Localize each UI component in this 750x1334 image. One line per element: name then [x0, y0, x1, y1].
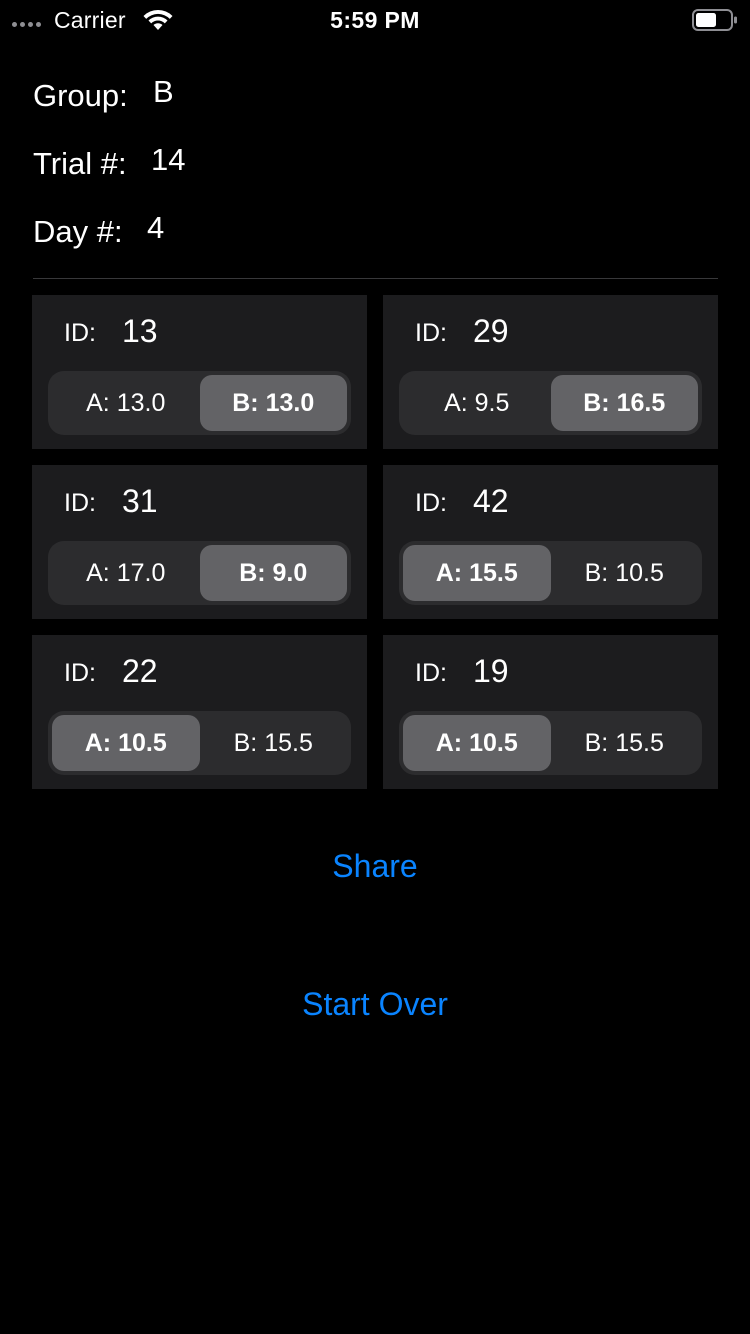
- segment-option-a[interactable]: A: 10.5: [403, 715, 551, 771]
- subject-cards: ID: 13 A: 13.0 B: 13.0 ID: 29 A: 9.5 B: …: [32, 295, 718, 789]
- id-value: 22: [122, 653, 158, 689]
- day-label: Day #:: [33, 214, 123, 249]
- segment-option-a[interactable]: A: 13.0: [52, 375, 200, 431]
- day-value: 4: [147, 210, 165, 245]
- segment-option-a[interactable]: A: 15.5: [403, 545, 551, 601]
- subject-card: ID: 19 A: 10.5 B: 15.5: [383, 635, 718, 789]
- start-over-button[interactable]: Start Over: [0, 984, 750, 1024]
- segment-option-b[interactable]: B: 10.5: [551, 545, 699, 601]
- subject-card: ID: 22 A: 10.5 B: 15.5: [32, 635, 367, 789]
- subject-card: ID: 13 A: 13.0 B: 13.0: [32, 295, 367, 449]
- segment-option-a[interactable]: A: 9.5: [403, 375, 551, 431]
- score-segmented-control[interactable]: A: 10.5 B: 15.5: [399, 711, 702, 775]
- id-label: ID:: [415, 659, 447, 687]
- trial-value: 14: [151, 142, 186, 177]
- segment-option-b[interactable]: B: 15.5: [200, 715, 348, 771]
- segment-option-a[interactable]: A: 10.5: [52, 715, 200, 771]
- score-segmented-control[interactable]: A: 15.5 B: 10.5: [399, 541, 702, 605]
- id-value: 31: [122, 483, 158, 519]
- id-label: ID:: [64, 489, 96, 517]
- subject-card: ID: 29 A: 9.5 B: 16.5: [383, 295, 718, 449]
- segment-option-b[interactable]: B: 13.0: [199, 375, 347, 431]
- segment-option-b[interactable]: B: 15.5: [551, 715, 699, 771]
- status-time: 5:59 PM: [330, 7, 420, 33]
- battery-icon: [692, 9, 737, 31]
- segment-option-b[interactable]: B: 9.0: [199, 545, 347, 601]
- status-bar: Carrier 5:59 PM: [0, 0, 750, 40]
- score-segmented-control[interactable]: A: 9.5 B: 16.5: [399, 371, 702, 435]
- id-value: 19: [473, 653, 509, 689]
- group-value: B: [153, 74, 174, 109]
- id-label: ID:: [64, 659, 96, 687]
- divider: [33, 278, 718, 279]
- trial-label: Trial #:: [33, 146, 127, 181]
- score-segmented-control[interactable]: A: 13.0 B: 13.0: [48, 371, 351, 435]
- subject-card: ID: 42 A: 15.5 B: 10.5: [383, 465, 718, 619]
- id-value: 29: [473, 313, 509, 349]
- id-label: ID:: [415, 489, 447, 517]
- score-segmented-control[interactable]: A: 10.5 B: 15.5: [48, 711, 351, 775]
- score-segmented-control[interactable]: A: 17.0 B: 9.0: [48, 541, 351, 605]
- subject-card: ID: 31 A: 17.0 B: 9.0: [32, 465, 367, 619]
- id-label: ID:: [415, 319, 447, 347]
- segment-option-a[interactable]: A: 17.0: [52, 545, 200, 601]
- segment-option-b[interactable]: B: 16.5: [550, 375, 698, 431]
- share-button[interactable]: Share: [0, 846, 750, 886]
- id-value: 42: [473, 483, 509, 519]
- id-label: ID:: [64, 319, 96, 347]
- id-value: 13: [122, 313, 158, 349]
- group-label: Group:: [33, 78, 128, 113]
